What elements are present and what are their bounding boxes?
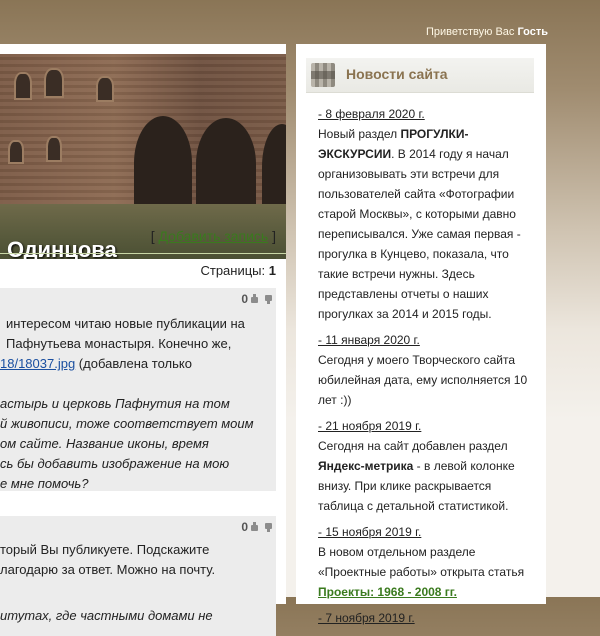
thumb-down-icon[interactable] xyxy=(263,294,272,304)
thumb-up-icon[interactable] xyxy=(251,294,260,304)
entry-text-line: торый Вы публикуете. Подскажите xyxy=(0,542,210,557)
entry-quote-line: е мне помочь? xyxy=(0,476,89,491)
news-text: В новом отдельном разделе «Проектные раб… xyxy=(318,542,534,602)
pagination: Страницы: 1 xyxy=(200,263,276,278)
news-date[interactable]: - 11 января 2020 г. xyxy=(318,333,420,347)
entry-text-line: лагодарю за ответ. Можно на почту. xyxy=(0,562,216,577)
news-text-fragment: . В 2014 году я начал организовывать эти… xyxy=(318,147,521,321)
vote-control: 0 xyxy=(241,292,272,306)
entry-text-line: Пафнутьева монастыря. Конечно же, xyxy=(6,336,232,351)
image-link[interactable]: 18/18037.jpg xyxy=(0,356,75,371)
news-item: - 7 ноября 2019 г. xyxy=(318,608,534,628)
news-item: - 11 января 2020 г. Сегодня у моего Твор… xyxy=(318,330,534,410)
vote-control: 0 xyxy=(241,520,272,534)
banner-arch xyxy=(134,116,192,210)
banner-arch xyxy=(196,118,256,210)
greeting-prefix: Приветствую Вас xyxy=(425,26,515,38)
add-entry-control: [ Добавить запись ] xyxy=(151,228,276,244)
news-text-fragment: В новом отдельном разделе «Проектные раб… xyxy=(318,545,525,579)
guestbook-entry: 0 интересом читаю новые публикации на Па… xyxy=(0,288,276,491)
page-title: Одинцова xyxy=(7,237,117,259)
greeting-username[interactable]: Гость xyxy=(517,26,548,38)
page-current[interactable]: 1 xyxy=(269,263,276,278)
banner-window xyxy=(44,68,64,98)
news-text-fragment: Новый раздел xyxy=(318,127,401,141)
banner-window xyxy=(14,72,32,100)
banner-window xyxy=(8,140,24,164)
thumb-up-icon[interactable] xyxy=(251,522,260,532)
entry-quote-line: астырь и церковь Пафнутия на том xyxy=(0,396,230,411)
banner-window xyxy=(46,136,62,162)
bracket-open: [ xyxy=(150,228,155,244)
bracket-close: ] xyxy=(272,228,276,244)
news-date[interactable]: - 8 февраля 2020 г. xyxy=(318,107,425,121)
entry-quote-line: сь бы добавить изображение на мою xyxy=(0,456,230,471)
pages-label: Страницы: xyxy=(200,263,266,278)
news-item: - 21 ноября 2019 г. Сегодня на сайт доба… xyxy=(318,416,534,516)
news-item: - 8 февраля 2020 г. Новый раздел ПРОГУЛК… xyxy=(318,104,534,324)
thumb-down-icon[interactable] xyxy=(263,522,272,532)
news-date[interactable]: - 7 ноября 2019 г. xyxy=(318,611,415,625)
user-greeting: Приветствую Вас Гость xyxy=(426,26,548,38)
guestbook-column: Одинцова [ Добавить запись ] Страницы: 1… xyxy=(0,44,286,636)
news-text-fragment: Сегодня у моего Творческого сайта юбилей… xyxy=(318,353,528,407)
vote-count: 0 xyxy=(241,520,248,534)
entry-text-fragment: (добавлена только xyxy=(75,356,192,371)
news-highlight: Яндекс-метрика xyxy=(318,459,414,473)
news-item: - 15 ноября 2019 г. В новом отдельном ра… xyxy=(318,522,534,602)
news-block-icon xyxy=(311,63,335,87)
news-header: Новости сайта xyxy=(306,58,534,93)
add-entry-link[interactable]: Добавить запись xyxy=(159,228,269,244)
news-list: - 8 февраля 2020 г. Новый раздел ПРОГУЛК… xyxy=(318,104,534,634)
news-text: Сегодня у моего Творческого сайта юбилей… xyxy=(318,350,534,410)
news-text-fragment: Сегодня на сайт добавлен раздел xyxy=(318,439,508,453)
news-date[interactable]: - 21 ноября 2019 г. xyxy=(318,419,421,433)
banner-window xyxy=(96,76,114,102)
news-text: Сегодня на сайт добавлен раздел Яндекс-м… xyxy=(318,436,534,516)
guestbook-entry: 0 торый Вы публикуете. Подскажите лагода… xyxy=(0,516,276,636)
entry-quote-line: итутах, где частными домами не xyxy=(0,608,213,623)
news-title: Новости сайта xyxy=(346,66,448,82)
news-date[interactable]: - 15 ноября 2019 г. xyxy=(318,525,421,539)
entry-text-line: 18/18037.jpg (добавлена только xyxy=(0,354,192,374)
news-sidebar: Новости сайта - 8 февраля 2020 г. Новый … xyxy=(296,44,546,625)
entry-quote-line: й живописи, тоже соответствует моим xyxy=(0,416,254,431)
news-text: Новый раздел ПРОГУЛКИ-ЭКСКУРСИИ. В 2014 … xyxy=(318,124,534,324)
divider xyxy=(0,253,286,254)
entry-text-line: интересом читаю новые публикации на xyxy=(6,316,245,331)
vote-count: 0 xyxy=(241,292,248,306)
entry-quote-line: ом сайте. Название иконы, время xyxy=(0,436,209,451)
